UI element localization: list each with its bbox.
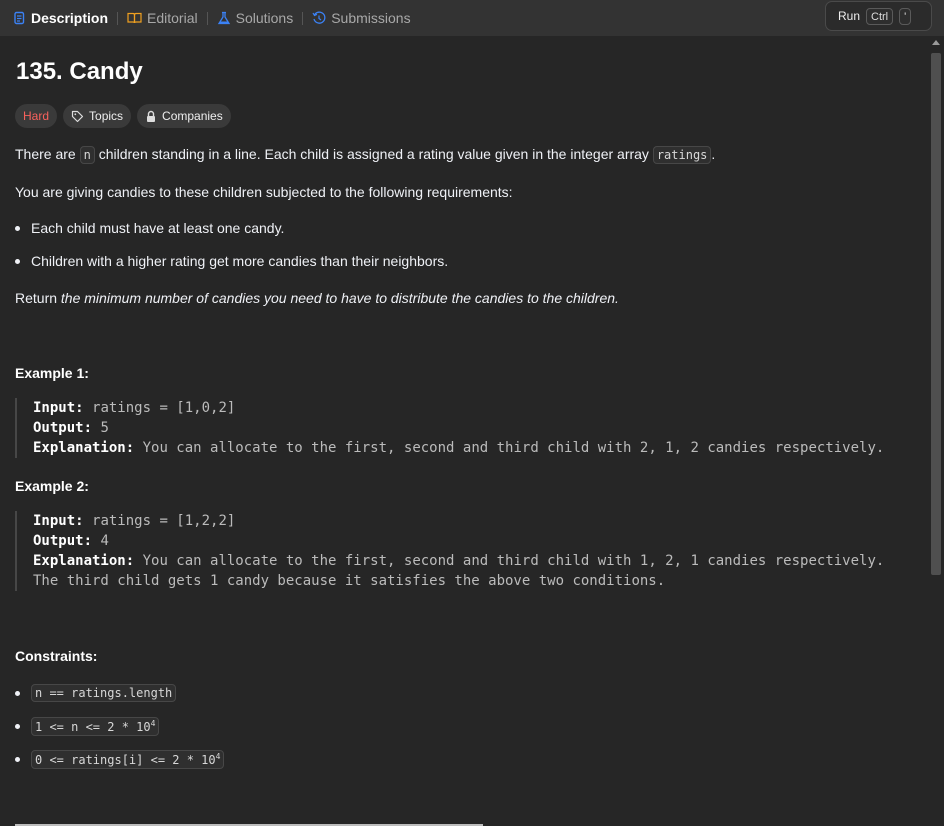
example-input-line: Input: ratings = [1,2,2]: [33, 511, 884, 531]
tab-divider: [302, 11, 304, 25]
example-output-line: Output: 5: [33, 418, 884, 438]
desc-text: There are: [15, 146, 80, 162]
history-icon: [312, 11, 326, 25]
bullet-dot: [15, 724, 20, 729]
description-paragraph-1: There are n children standing in a line.…: [15, 146, 716, 164]
constraint-text: 1 <= n <= 2 * 10: [35, 720, 151, 734]
run-button[interactable]: Run Ctrl ': [825, 1, 932, 31]
flask-icon: [217, 11, 231, 25]
example-1-title: Example 1:: [15, 365, 89, 381]
companies-button[interactable]: Companies: [137, 104, 231, 128]
constraint-code: n == ratings.length: [31, 684, 177, 702]
vertical-scrollbar[interactable]: [928, 36, 944, 826]
bullet-dot: [15, 690, 20, 696]
example-input-value: ratings = [1,0,2]: [92, 400, 236, 416]
example-input-line: Input: ratings = [1,0,2]: [33, 398, 884, 418]
tab-submissions-label: Submissions: [331, 10, 411, 26]
constraint-item: 1 <= n <= 2 * 104: [15, 717, 160, 736]
inline-code-n: n: [79, 146, 95, 164]
tab-solutions-label: Solutions: [235, 10, 294, 26]
explanation-label: Explanation:: [33, 440, 135, 456]
constraint-text: 0 <= ratings[i] <= 2 * 10: [35, 753, 216, 767]
output-label: Output:: [33, 533, 93, 549]
constraints-title: Constraints:: [15, 648, 98, 664]
constraint-item: n == ratings.length: [15, 684, 177, 702]
constraint-item: 0 <= ratings[i] <= 2 * 104: [15, 750, 225, 769]
problem-title: 135. Candy: [16, 58, 143, 85]
tag-icon: [71, 110, 84, 123]
example-2-title: Example 2:: [15, 478, 89, 494]
shortcut-key-quote: ': [899, 7, 912, 25]
tab-divider: [206, 11, 208, 25]
top-tab-bar: Description Editorial Solutions Submissi…: [0, 0, 944, 36]
difficulty-label: Hard: [23, 109, 50, 123]
example-input-value: ratings = [1,2,2]: [92, 513, 236, 529]
problem-tags: Hard Topics Companies: [15, 104, 231, 128]
problem-description-panel: 135. Candy Hard Topics Companies There a…: [0, 36, 928, 826]
constraint-code: 1 <= n <= 2 * 104: [31, 717, 160, 736]
description-icon: [12, 11, 26, 25]
scrollbar-thumb[interactable]: [931, 53, 941, 575]
shortcut-key-ctrl: Ctrl: [866, 7, 894, 25]
tab-description-label: Description: [31, 10, 109, 26]
list-item-text: Each child must have at least one candy.: [31, 220, 285, 236]
constraint-exponent: 4: [150, 719, 156, 728]
tab-divider: [117, 11, 119, 25]
example-1-block: Input: ratings = [1,0,2] Output: 5 Explana…: [15, 398, 884, 458]
description-paragraph-2: You are giving candies to these children…: [15, 184, 513, 200]
list-item: Children with a higher rating get more c…: [15, 253, 448, 269]
tab-submissions[interactable]: Submissions: [312, 10, 411, 26]
desc-text: .: [711, 146, 716, 162]
example-output-line: Output: 4: [33, 531, 884, 551]
bullet-dot: [15, 258, 20, 264]
topics-button[interactable]: Topics: [63, 104, 132, 128]
example-explanation-value: You can allocate to the first, second an…: [142, 440, 885, 456]
bullet-dot: [15, 757, 20, 762]
example-explanation-value: You can allocate to the first, second an…: [142, 553, 885, 569]
tab-solutions[interactable]: Solutions: [217, 10, 294, 26]
example-2-block: Input: ratings = [1,2,2] Output: 4 Explana…: [15, 511, 884, 591]
difficulty-badge: Hard: [15, 104, 58, 128]
companies-label: Companies: [162, 109, 223, 123]
run-label: Run: [838, 9, 861, 23]
list-item: Each child must have at least one candy.: [15, 220, 284, 236]
topics-label: Topics: [89, 109, 124, 123]
lock-icon: [145, 110, 157, 123]
list-item-text: Children with a higher rating get more c…: [31, 253, 449, 269]
example-explanation-line: Explanation: You can allocate to the fir…: [33, 551, 884, 571]
example-explanation-line: Explanation: You can allocate to the fir…: [33, 438, 884, 458]
description-paragraph-3: Return the minimum number of candies you…: [15, 290, 619, 306]
constraint-text: n == ratings.length: [35, 686, 173, 700]
desc-text: children standing in a line. Each child …: [94, 146, 653, 162]
output-label: Output:: [33, 420, 93, 436]
example-output-value: 4: [100, 533, 109, 549]
tab-description[interactable]: Description: [12, 10, 108, 26]
constraint-code: 0 <= ratings[i] <= 2 * 104: [31, 750, 225, 769]
desc-text: Return: [15, 290, 61, 306]
book-icon: [127, 11, 142, 25]
explanation-label: Explanation:: [33, 553, 135, 569]
tab-editorial[interactable]: Editorial: [127, 10, 198, 26]
scroll-up-arrow-icon[interactable]: [932, 40, 940, 45]
tab-list: Description Editorial Solutions Submissi…: [12, 0, 411, 36]
example-output-value: 5: [100, 420, 109, 436]
inline-code-ratings: ratings: [652, 146, 712, 164]
example-explanation-extra: The third child gets 1 candy because it …: [33, 573, 666, 589]
bullet-dot: [15, 225, 20, 231]
tab-editorial-label: Editorial: [147, 10, 198, 26]
input-label: Input:: [33, 400, 84, 416]
input-label: Input:: [33, 513, 84, 529]
desc-emphasis: the minimum number of candies you need t…: [60, 290, 619, 306]
constraint-exponent: 4: [215, 752, 221, 761]
